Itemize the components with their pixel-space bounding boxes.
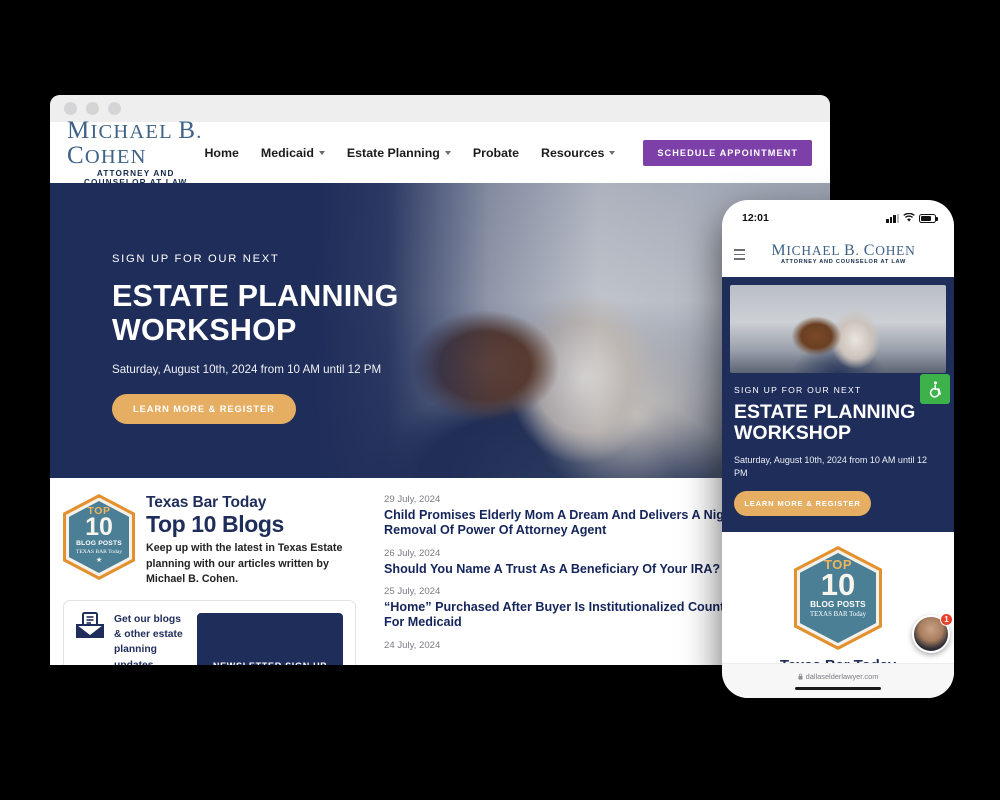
- site-header: MICHAEL B. COHEN ATTORNEY AND COUNSELOR …: [50, 118, 830, 186]
- phone-learn-more-register-button[interactable]: LEARN MORE & REGISTER: [734, 490, 871, 516]
- nav-label: Medicaid: [260, 145, 314, 160]
- close-window-dot[interactable]: [64, 102, 77, 115]
- hero-content: SIGN UP FOR OUR NEXT ESTATE PLANNING WOR…: [50, 183, 830, 425]
- blog-promo-row: TOP 10 BLOG POSTS TEXAS BAR Today ★ Texa…: [63, 494, 356, 588]
- desktop-browser-mockup: MICHAEL B. COHEN ATTORNEY AND COUNSELOR …: [50, 95, 830, 665]
- envelope-icon: [76, 611, 104, 638]
- chevron-down-icon: [444, 150, 451, 155]
- blog-promo-text: Texas Bar Today Top 10 Blogs Keep up wit…: [146, 494, 356, 588]
- signal-bars-icon: [886, 213, 899, 223]
- screenshot-stage: MICHAEL B. COHEN ATTORNEY AND COUNSELOR …: [0, 0, 1000, 800]
- battery-icon: [919, 213, 938, 223]
- badge-number: 10: [820, 566, 856, 602]
- newsletter-text: Get our blogs & other estate planning up…: [114, 613, 183, 665]
- texas-bar-top10-badge-icon: TOP 10 BLOG POSTS TEXAS BAR Today ★: [63, 494, 135, 580]
- nav-item-probate[interactable]: Probate: [473, 146, 519, 160]
- home-indicator: [795, 686, 881, 691]
- lock-icon: [798, 673, 803, 680]
- badge-posts-label: BLOG POSTS: [76, 540, 122, 548]
- badge-source-label: TEXAS BAR Today: [75, 548, 123, 555]
- nav-label: Estate Planning: [346, 145, 440, 160]
- phone-url-bar[interactable]: dallaselderlawyer.com: [722, 663, 954, 698]
- minimize-window-dot[interactable]: [86, 102, 99, 115]
- nav-label: Home: [204, 145, 239, 160]
- nav-item-estate-planning[interactable]: Estate Planning: [347, 146, 451, 160]
- hero-title-line2: WORKSHOP: [112, 313, 297, 348]
- newsletter-card: Get our blogs & other estate planning up…: [63, 599, 356, 665]
- phone-texas-bar-top10-badge-icon: TOP 10 BLOG POSTS TEXAS BAR Today: [794, 545, 882, 650]
- nav-item-medicaid[interactable]: Medicaid: [261, 146, 325, 160]
- phone-hero-subtitle: Saturday, August 10th, 2024 from 10 AM u…: [734, 454, 927, 478]
- phone-url-text: dallaselderlawyer.com: [798, 671, 879, 681]
- learn-more-register-button[interactable]: LEARN MORE & REGISTER: [112, 394, 296, 425]
- main-navigation: Home Medicaid Estate Planning Probate Re…: [204, 139, 812, 166]
- nav-item-home[interactable]: Home: [204, 146, 238, 160]
- chevron-down-icon: [318, 150, 325, 155]
- nav-label: Probate: [472, 145, 519, 160]
- nav-label: Resources: [541, 145, 605, 160]
- hero-title-line1: ESTATE PLANNING: [112, 279, 399, 313]
- wheelchair-icon: [929, 381, 941, 398]
- chat-widget-button[interactable]: 1: [912, 613, 953, 653]
- nav-item-resources[interactable]: Resources: [541, 145, 616, 160]
- badge-number: 10: [85, 512, 113, 541]
- blog-promo-headline: Top 10 Blogs: [146, 511, 284, 537]
- status-indicators: [886, 213, 938, 223]
- schedule-appointment-button[interactable]: SCHEDULE APPOINTMENT: [643, 139, 812, 166]
- blog-promo-column: TOP 10 BLOG POSTS TEXAS BAR Today ★ Texa…: [50, 494, 370, 665]
- blog-band: TOP 10 BLOG POSTS TEXAS BAR Today ★ Texa…: [50, 478, 830, 665]
- url-value: dallaselderlawyer.com: [805, 671, 879, 681]
- site-logo[interactable]: MICHAEL B. COHEN ATTORNEY AND COUNSELOR …: [67, 118, 204, 186]
- accessibility-widget-button[interactable]: [920, 374, 950, 404]
- hero-eyebrow: SIGN UP FOR OUR NEXT: [112, 253, 280, 265]
- newsletter-signup-button[interactable]: NEWSLETTER SIGN UP: [196, 612, 343, 665]
- blog-promo-kicker: Texas Bar Today: [146, 494, 267, 511]
- hero-subtitle: Saturday, August 10th, 2024 from 10 AM u…: [112, 363, 382, 377]
- badge-posts-label: BLOG POSTS: [810, 600, 866, 610]
- blog-promo-body: Keep up with the latest in Texas Estate …: [146, 542, 343, 586]
- logo-name: MICHAEL B. COHEN: [67, 117, 203, 170]
- wifi-icon: [903, 213, 915, 222]
- status-badge: 1: [940, 613, 953, 626]
- phone-hero-title-line2: WORKSHOP: [734, 422, 851, 445]
- badge-source-label: TEXAS BAR Today: [809, 610, 867, 618]
- maximize-window-dot[interactable]: [108, 102, 121, 115]
- hero-section: SIGN UP FOR OUR NEXT ESTATE PLANNING WOR…: [50, 183, 830, 478]
- chevron-down-icon: [609, 150, 616, 155]
- star-icon: ★: [95, 556, 103, 564]
- hero-title: ESTATE PLANNING WORKSHOP: [112, 279, 442, 347]
